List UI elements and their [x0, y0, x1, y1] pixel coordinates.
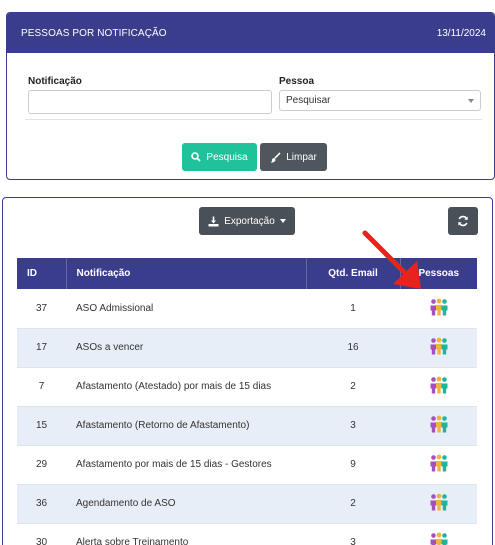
search-icon: [191, 152, 202, 162]
cell-pessoas-button[interactable]: [400, 328, 477, 368]
cell-id: 29: [17, 445, 66, 485]
cell-id: 37: [17, 289, 66, 329]
notificacao-label: Notificação: [28, 76, 82, 87]
cell-notificacao: Alerta sobre Treinamento: [66, 523, 306, 545]
table-row: 15 Afastamento (Retorno de Afastamento) 3: [17, 406, 477, 446]
results-panel: Exportação ID Notificação Qtd. Email Pes…: [2, 197, 493, 545]
people-icon: [430, 298, 447, 316]
cell-notificacao: Afastamento por mais de 15 dias - Gestor…: [66, 445, 306, 485]
cell-id: 30: [17, 523, 66, 545]
filter-panel: PESSOAS POR NOTIFICAÇÃO 13/11/2024 Notif…: [6, 12, 495, 180]
people-icon: [430, 532, 447, 545]
pessoa-select-value: Pesquisar: [286, 95, 331, 106]
brush-icon: [270, 151, 281, 163]
pessoa-label: Pessoa: [279, 76, 315, 87]
cell-pessoas-button[interactable]: [400, 484, 477, 524]
cell-qtd-email: 3: [306, 406, 400, 446]
cell-qtd-email: 3: [306, 523, 400, 545]
notificacao-input[interactable]: [28, 90, 272, 114]
people-icon: [430, 376, 447, 394]
cell-qtd-email: 2: [306, 367, 400, 407]
page-title: PESSOAS POR NOTIFICAÇÃO: [21, 27, 167, 39]
table-row: 17 ASOs a vencer 16: [17, 328, 477, 368]
cell-id: 17: [17, 328, 66, 368]
table-row: 29 Afastamento por mais de 15 dias - Gest…: [17, 445, 477, 485]
table-row: 36 Agendamento de ASO 2: [17, 484, 477, 524]
cell-qtd-email: 16: [306, 328, 400, 368]
cell-pessoas-button[interactable]: [400, 523, 477, 545]
clear-button-label: Limpar: [286, 151, 317, 163]
people-icon: [430, 493, 447, 511]
export-button[interactable]: Exportação: [199, 207, 295, 235]
table-row: 30 Alerta sobre Treinamento 3: [17, 523, 477, 545]
people-icon: [430, 454, 447, 472]
refresh-button[interactable]: [448, 207, 478, 235]
cell-id: 15: [17, 406, 66, 446]
cell-pessoas-button[interactable]: [400, 445, 477, 485]
red-arrow-annotation: [362, 230, 421, 289]
cell-notificacao: Agendamento de ASO: [66, 484, 306, 524]
chevron-down-icon: [468, 98, 474, 103]
cell-notificacao: Afastamento (Retorno de Afastamento): [66, 406, 306, 446]
download-icon: [208, 216, 219, 226]
refresh-icon: [458, 215, 468, 227]
table-row: 7 Afastamento (Atestado) por mais de 15 d…: [17, 367, 477, 407]
cell-id: 36: [17, 484, 66, 524]
column-header-id[interactable]: ID: [17, 258, 67, 289]
cell-notificacao: ASO Admissional: [66, 289, 306, 329]
people-icon: [430, 415, 447, 433]
cell-id: 7: [17, 367, 66, 407]
cell-notificacao: Afastamento (Atestado) por mais de 15 di…: [66, 367, 306, 407]
pessoa-select[interactable]: Pesquisar: [279, 90, 481, 111]
column-header-notificacao[interactable]: Notificação: [66, 258, 307, 289]
clear-button[interactable]: Limpar: [260, 143, 327, 171]
search-button[interactable]: Pesquisa: [182, 143, 257, 171]
notifications-table: ID Notificação Qtd. Email Pessoas 37 ASO …: [17, 258, 477, 545]
export-button-label: Exportação: [224, 215, 275, 227]
divider: [25, 119, 482, 120]
header-date: 13/11/2024: [436, 27, 486, 39]
cell-qtd-email: 2: [306, 484, 400, 524]
panel-header: PESSOAS POR NOTIFICAÇÃO 13/11/2024: [7, 13, 494, 53]
cell-notificacao: ASOs a vencer: [66, 328, 306, 368]
cell-pessoas-button[interactable]: [400, 406, 477, 446]
cell-pessoas-button[interactable]: [400, 367, 477, 407]
people-icon: [430, 337, 447, 355]
cell-qtd-email: 9: [306, 445, 400, 485]
search-button-label: Pesquisa: [206, 151, 248, 163]
caret-down-icon: [279, 219, 286, 223]
